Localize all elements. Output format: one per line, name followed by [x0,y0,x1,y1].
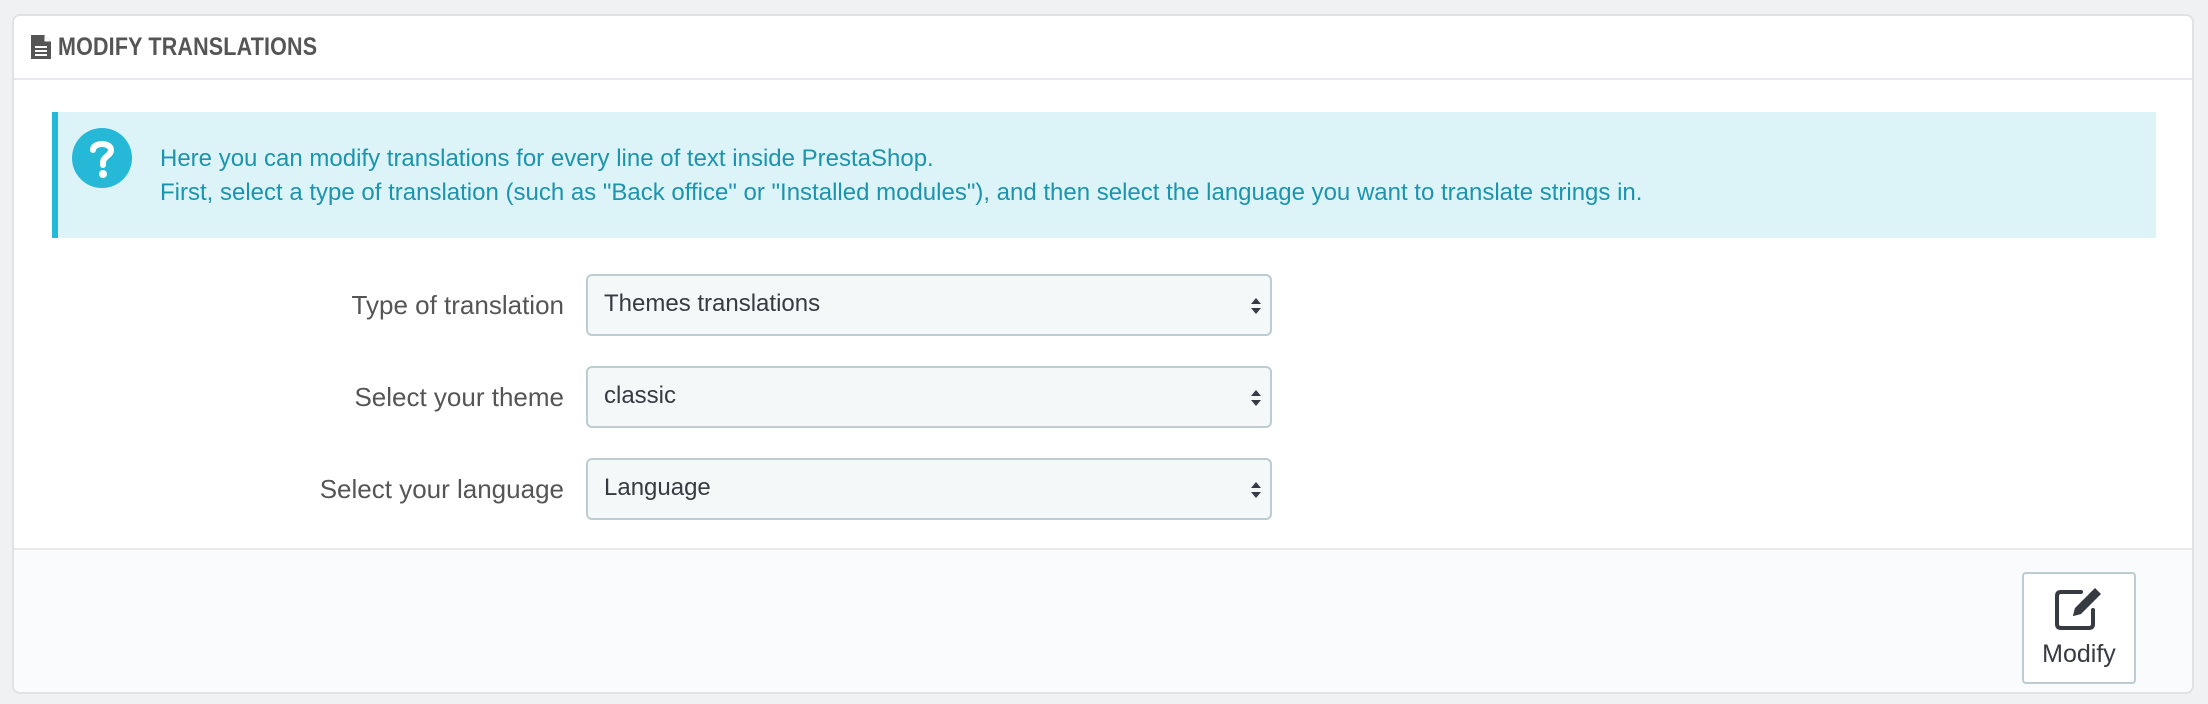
panel-footer: Modify [14,548,2192,692]
alert-line-2: First, select a type of translation (suc… [160,179,1643,206]
alert-text: Here you can modify translations for eve… [160,142,1642,210]
select-arrows-icon [1251,482,1261,498]
modify-button[interactable]: Modify [2022,572,2136,684]
modify-button-label: Modify [2042,640,2116,668]
form-row-theme: Select your theme classic [14,366,2192,428]
panel-heading: MODIFY TRANSLATIONS [14,16,2192,80]
select-language-value: Language [604,474,711,501]
form-row-type: Type of translation Themes translations [14,274,2192,336]
translations-panel: MODIFY TRANSLATIONS Here you can modify … [12,14,2194,694]
select-language-label: Select your language [319,474,564,504]
file-text-icon [31,35,51,59]
select-arrows-icon [1251,298,1261,314]
type-of-translation-value: Themes translations [604,290,821,317]
edit-icon [2055,588,2101,630]
info-alert: Here you can modify translations for eve… [52,112,2156,238]
type-of-translation-select[interactable]: Themes translations [586,274,1272,336]
select-arrows-icon [1251,390,1261,406]
question-circle-icon [72,128,132,188]
panel-title: MODIFY TRANSLATIONS [58,32,318,61]
type-of-translation-label: Type of translation [351,290,564,320]
select-language-select[interactable]: Language [586,458,1272,520]
alert-line-1: Here you can modify translations for eve… [160,145,934,172]
form-row-language: Select your language Language [14,458,2192,520]
select-theme-value: classic [604,382,677,409]
select-theme-select[interactable]: classic [586,366,1272,428]
select-theme-label: Select your theme [354,382,564,412]
